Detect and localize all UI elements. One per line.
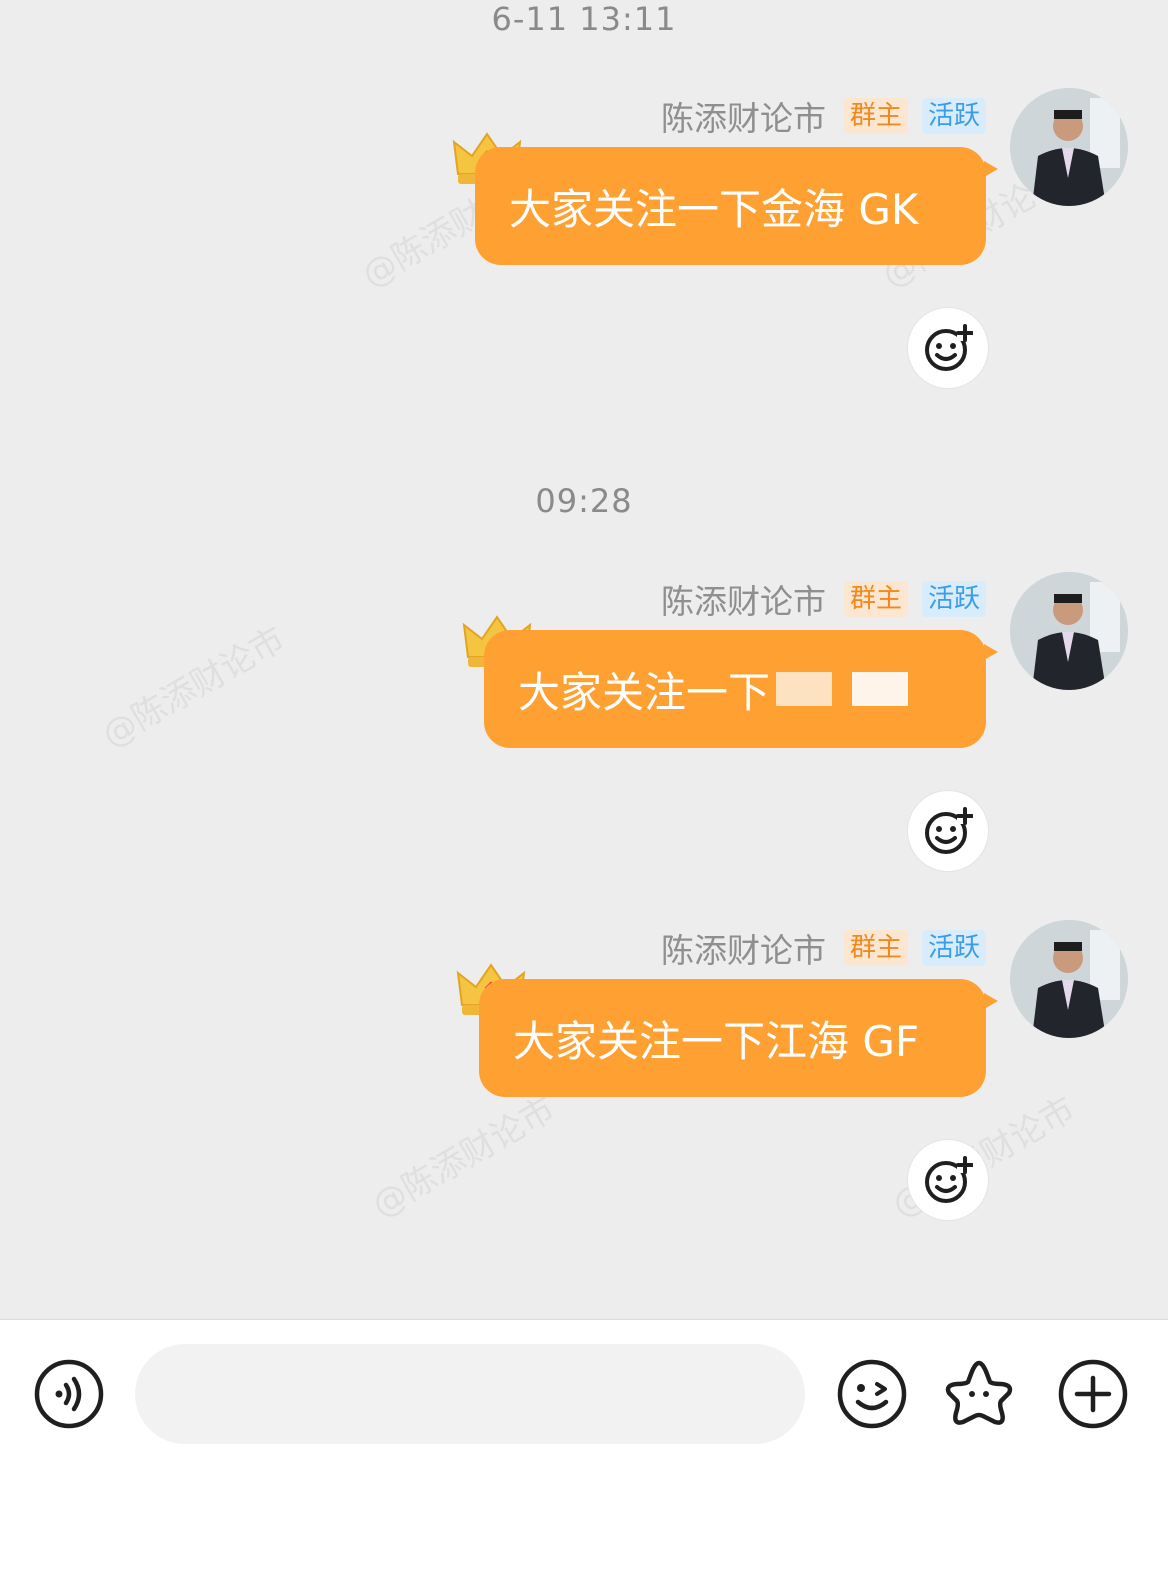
voice-icon[interactable] bbox=[33, 1358, 105, 1430]
owner-badge: 群主 bbox=[843, 581, 908, 617]
watermark: @陈添财论市 bbox=[365, 1089, 563, 1226]
chat-area: @陈添财论市 @陈添财论市 @陈添财论市 @陈添财论市 @陈添财论市 6-11 … bbox=[0, 0, 1168, 1325]
message-bubble[interactable]: 大家关注一下金海 GK bbox=[475, 147, 998, 265]
emoji-plus-icon bbox=[925, 324, 973, 371]
redacted-text bbox=[852, 672, 909, 706]
active-badge: 活跃 bbox=[921, 581, 986, 617]
watermark: @陈添财论市 bbox=[885, 1089, 1083, 1226]
redacted-text bbox=[776, 672, 833, 706]
reaction-button[interactable] bbox=[908, 308, 988, 388]
reaction-button[interactable] bbox=[908, 1140, 988, 1220]
timestamp: 6-11 13:11 bbox=[491, 0, 677, 38]
message-text: 大家关注一下 bbox=[518, 667, 771, 717]
owner-badge: 群主 bbox=[843, 930, 908, 966]
emoji-plus-icon bbox=[925, 807, 973, 854]
sender-row: 陈添财论市 群主 活跃 bbox=[661, 575, 986, 623]
sender-name[interactable]: 陈添财论市 bbox=[661, 575, 826, 623]
plus-icon[interactable] bbox=[1057, 1358, 1129, 1430]
active-badge: 活跃 bbox=[921, 98, 986, 134]
star-icon[interactable] bbox=[943, 1358, 1015, 1430]
emoji-plus-icon bbox=[925, 1156, 973, 1203]
owner-badge: 群主 bbox=[843, 98, 908, 134]
sender-name[interactable]: 陈添财论市 bbox=[661, 924, 826, 972]
reaction-button[interactable] bbox=[908, 791, 988, 871]
message-text: 大家关注一下金海 GK bbox=[509, 184, 919, 234]
sender-name[interactable]: 陈添财论市 bbox=[661, 92, 826, 140]
avatar[interactable] bbox=[1010, 920, 1128, 1038]
message-bubble[interactable]: 大家关注一下 bbox=[484, 630, 998, 748]
avatar[interactable] bbox=[1010, 88, 1128, 206]
timestamp: 09:28 bbox=[535, 482, 633, 520]
input-bar bbox=[0, 1319, 1168, 1579]
message-bubble[interactable]: 大家关注一下江海 GF bbox=[479, 979, 998, 1097]
active-badge: 活跃 bbox=[921, 930, 986, 966]
message-text: 大家关注一下江海 GF bbox=[513, 1016, 920, 1066]
sender-row: 陈添财论市 群主 活跃 bbox=[661, 924, 986, 972]
watermark: @陈添财论市 bbox=[95, 619, 293, 756]
message-input[interactable] bbox=[135, 1344, 805, 1444]
emoji-icon[interactable] bbox=[836, 1358, 908, 1430]
sender-row: 陈添财论市 群主 活跃 bbox=[661, 92, 986, 140]
avatar[interactable] bbox=[1010, 572, 1128, 690]
